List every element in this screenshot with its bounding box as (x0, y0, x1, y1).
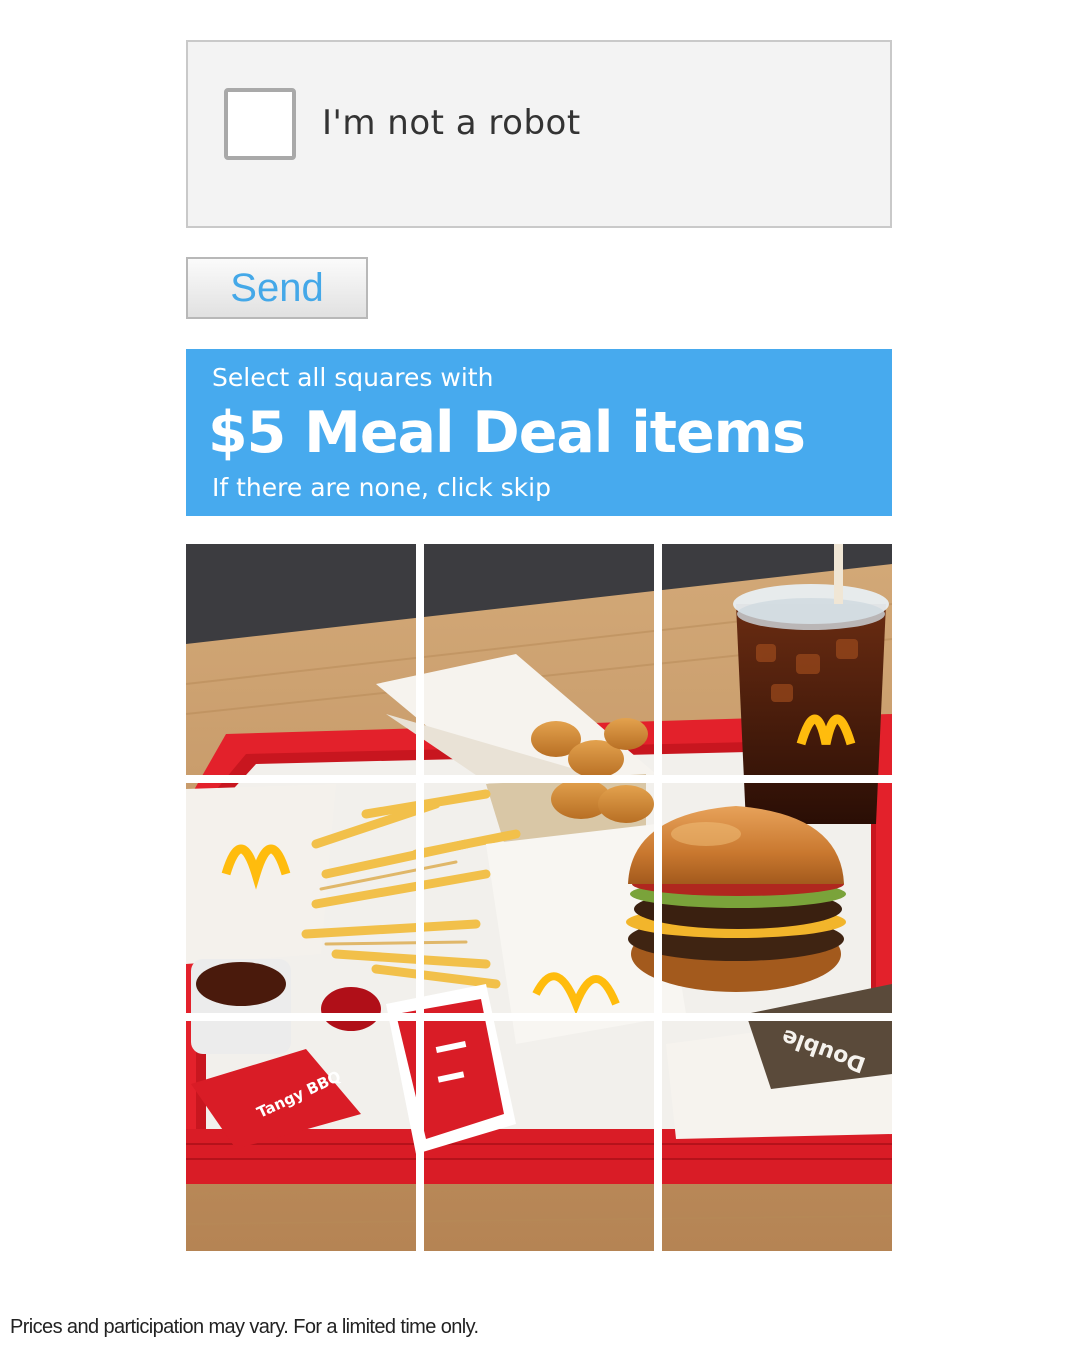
grid-divider-horizontal (186, 1013, 892, 1021)
grid-tile-r1c3[interactable] (662, 544, 892, 775)
grid-divider-vertical (654, 544, 662, 1251)
challenge-target: $5 Meal Deal items (208, 400, 806, 466)
grid-tile-r3c2[interactable] (424, 1020, 654, 1251)
grid-tile-r2c3[interactable] (662, 782, 892, 1013)
disclaimer: Prices and participation may vary. For a… (10, 1316, 479, 1338)
challenge-header: Select all squares with $5 Meal Deal ite… (186, 349, 892, 516)
checkbox-label: I'm not a robot (322, 103, 581, 143)
grid-divider-vertical (416, 544, 424, 1251)
grid-tile-r1c1[interactable] (186, 544, 416, 775)
image-grid: Double Tangy BBQ (186, 544, 892, 1251)
captcha-box: I'm not a robot (186, 40, 892, 228)
grid-divider-horizontal (186, 775, 892, 783)
challenge-skip-hint: If there are none, click skip (212, 473, 551, 502)
grid-tile-r2c1[interactable] (186, 782, 416, 1013)
grid-tile-r1c2[interactable] (424, 544, 654, 775)
robot-checkbox[interactable] (224, 88, 296, 160)
grid-tile-r2c2[interactable] (424, 782, 654, 1013)
grid-tile-r3c1[interactable] (186, 1020, 416, 1251)
send-button[interactable]: Send (186, 257, 368, 319)
grid-tile-r3c3[interactable] (662, 1020, 892, 1251)
challenge-instruction: Select all squares with (212, 363, 494, 392)
